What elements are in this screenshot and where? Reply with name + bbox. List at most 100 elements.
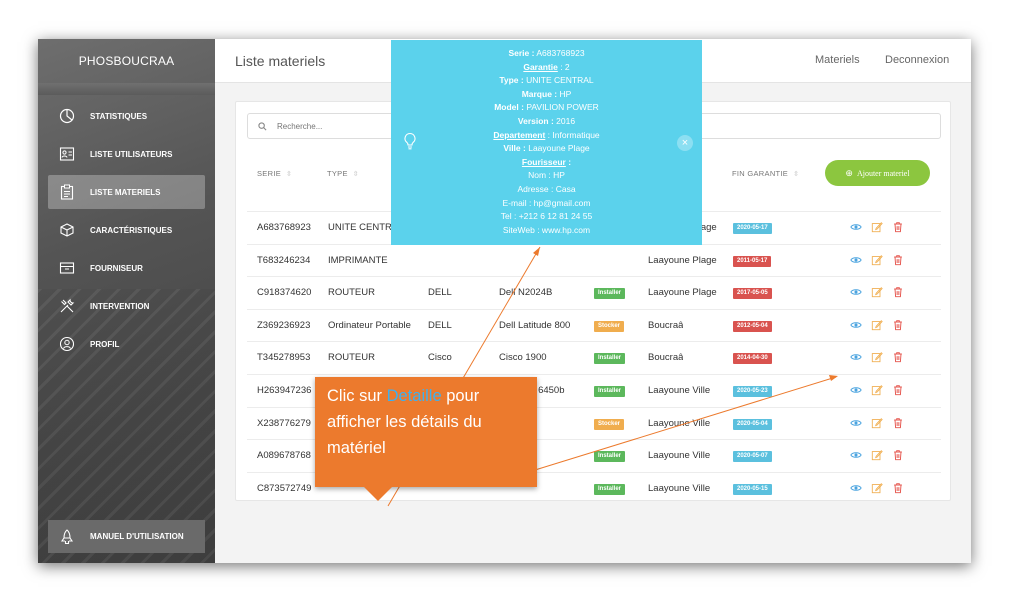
- tooltip-value: UNITE CENTRAL: [526, 75, 594, 86]
- column-header-label: SERIE: [257, 169, 282, 178]
- truck-icon: [58, 259, 76, 277]
- close-icon[interactable]: ×: [677, 135, 693, 151]
- add-materiel-button[interactable]: ⊕ Ajouter materiel: [825, 160, 930, 186]
- trash-icon[interactable]: [892, 482, 904, 494]
- tooltip-line-version: Version : 2016: [391, 115, 702, 129]
- trash-icon[interactable]: [892, 319, 904, 331]
- nav-link-materiels[interactable]: Materiels: [815, 54, 860, 66]
- instruction-callout: Clic sur Detaille pour afficher les déta…: [315, 377, 537, 487]
- cell-type: ROUTEUR: [328, 287, 375, 299]
- cell-serie: X238776279: [257, 417, 311, 429]
- warranty-end-badge: 2014-04-30: [733, 353, 772, 365]
- sidebar-item-liste-utilisateurs[interactable]: LISTE UTILISATEURS: [48, 137, 205, 171]
- tooltip-separator: :: [565, 156, 572, 167]
- eye-icon[interactable]: [850, 351, 862, 363]
- cell-lieu: Laayoune Ville: [648, 417, 711, 429]
- brand-logo: PHOSBOUCRAA: [78, 54, 175, 68]
- sidebar-item-intervention[interactable]: INTERVENTION: [48, 289, 205, 323]
- tooltip-line-ville: Ville : Laayoune Plage: [391, 142, 702, 156]
- cell-model: Dell N2024B: [499, 287, 553, 299]
- table-row: T345278953 ROUTEUR Cisco Cisco 1900 Boucraâ I…: [247, 341, 941, 373]
- nav-link-deconnexion[interactable]: Deconnexion: [885, 54, 949, 66]
- sidebar-item-label: STATISTIQUES: [90, 111, 148, 121]
- callout-text: Clic sur: [327, 387, 387, 405]
- warranty-end-badge: 2020-05-07: [733, 451, 772, 463]
- tooltip-line-adresse: Adresse : Casa: [517, 183, 576, 194]
- row-actions: [850, 254, 904, 266]
- trash-icon[interactable]: [892, 384, 904, 396]
- tooltip-line-nom: Nom : HP: [528, 170, 565, 181]
- eye-icon[interactable]: [850, 319, 862, 331]
- edit-icon[interactable]: [871, 319, 883, 331]
- row-actions: [850, 286, 904, 298]
- tooltip-value: A683768923: [536, 48, 585, 58]
- users-list-icon: [58, 145, 76, 163]
- sidebar-item-profil[interactable]: PROFIL: [48, 327, 205, 361]
- page-title: Liste materiels: [235, 53, 326, 69]
- edit-icon[interactable]: [871, 417, 883, 429]
- sidebar-item-caracteristiques[interactable]: CARACTÉRISTIQUES: [48, 213, 205, 247]
- brand-divider: [38, 83, 215, 95]
- eye-icon[interactable]: [850, 482, 862, 494]
- sort-icon: ⇳: [352, 171, 359, 178]
- sidebar-item-label: LISTE MATERIELS: [90, 187, 161, 197]
- tooltip-line-garantie: Garantie : 2: [391, 61, 702, 75]
- eye-icon[interactable]: [850, 286, 862, 298]
- cell-type: IMPRIMANTE: [328, 254, 388, 266]
- tooltip-label: Departement: [493, 129, 546, 140]
- status-badge: Stocker: [594, 320, 625, 332]
- sidebar-item-label: INTERVENTION: [90, 301, 150, 311]
- trash-icon[interactable]: [892, 417, 904, 429]
- column-header-type[interactable]: TYPE ⇳: [327, 169, 359, 178]
- eye-icon[interactable]: [850, 384, 862, 396]
- trash-icon[interactable]: [892, 254, 904, 266]
- edit-icon[interactable]: [871, 482, 883, 494]
- tooltip-label: Fourisseur: [521, 156, 566, 167]
- trash-icon[interactable]: [892, 351, 904, 363]
- row-actions: [850, 351, 904, 363]
- edit-icon[interactable]: [871, 286, 883, 298]
- trash-icon[interactable]: [892, 449, 904, 461]
- table-row: Z369236923 Ordinateur Portable DELL Dell La…: [247, 308, 941, 341]
- column-header-fin-garantie[interactable]: FIN GARANTIE ⇳: [732, 169, 799, 178]
- cell-serie: T683246234: [257, 254, 311, 266]
- cell-marque: Cisco: [428, 352, 452, 364]
- tooltip-line-serie: Serie : A683768923: [391, 47, 702, 61]
- tooltip-line-marque: Marque : HP: [391, 88, 702, 102]
- edit-icon[interactable]: [871, 351, 883, 363]
- sidebar-item-fourniseur[interactable]: FOURNISEUR: [48, 251, 205, 285]
- sidebar-item-label: CARACTÉRISTIQUES: [90, 225, 173, 235]
- column-header-serie[interactable]: SERIE ⇳: [257, 169, 292, 178]
- eye-icon[interactable]: [850, 417, 862, 429]
- tooltip-line-email: E-mail : hp@gmail.com: [502, 197, 591, 208]
- edit-icon[interactable]: [871, 449, 883, 461]
- cell-marque: DELL: [428, 319, 452, 331]
- warranty-end-badge: 2012-05-04: [733, 320, 772, 332]
- row-actions: [850, 319, 904, 331]
- trash-icon[interactable]: [892, 286, 904, 298]
- add-materiel-label: Ajouter materiel: [856, 168, 910, 178]
- warranty-end-badge: 2017-05-05: [733, 288, 772, 300]
- manual-button[interactable]: MANUEL D'UTILISATION: [48, 520, 205, 553]
- sidebar-item-statistiques[interactable]: STATISTIQUES: [48, 99, 205, 133]
- sidebar-item-liste-materiels[interactable]: LISTE MATERIELS: [48, 175, 205, 209]
- warranty-end-badge: 2011-05-17: [733, 255, 772, 267]
- tooltip-line-fournisseur: Fourisseur :: [391, 156, 702, 170]
- detail-tooltip: Serie : A683768923 Garantie : 2 Type : U…: [391, 40, 702, 245]
- eye-icon[interactable]: [850, 221, 862, 233]
- cell-serie: A683768923: [257, 222, 311, 233]
- row-actions: [850, 221, 904, 233]
- pie-chart-icon: [58, 107, 76, 125]
- warranty-end-badge: 2020-05-04: [733, 418, 772, 430]
- tools-icon: [58, 297, 76, 315]
- edit-icon[interactable]: [871, 384, 883, 396]
- trash-icon[interactable]: [892, 221, 904, 233]
- cell-serie: A089678768: [257, 450, 311, 462]
- tooltip-label: Type :: [499, 75, 524, 86]
- eye-icon[interactable]: [850, 449, 862, 461]
- eye-icon[interactable]: [850, 254, 862, 266]
- sidebar-nav: STATISTIQUES LISTE UTILISATEURS LISTE MA…: [48, 99, 205, 365]
- edit-icon[interactable]: [871, 254, 883, 266]
- edit-icon[interactable]: [871, 221, 883, 233]
- cell-serie: T345278953: [257, 352, 311, 364]
